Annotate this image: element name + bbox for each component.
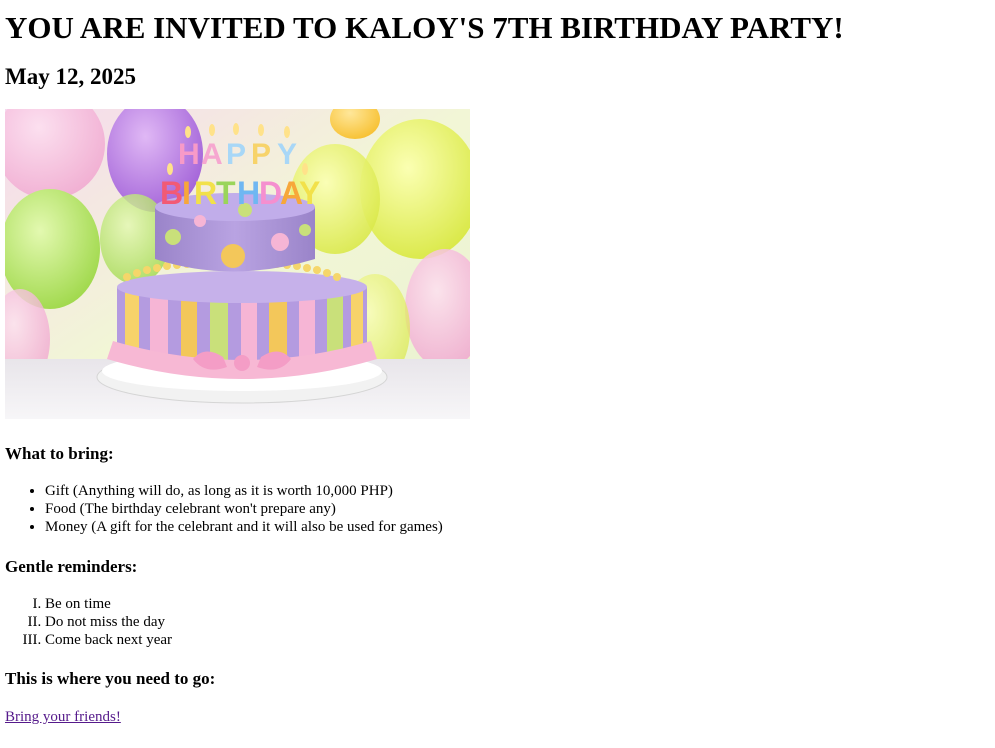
bring-list: Gift (Anything will do, as long as it is… bbox=[5, 482, 990, 536]
reminders-heading: Gentle reminders: bbox=[5, 557, 138, 576]
list-item: Gift (Anything will do, as long as it is… bbox=[45, 482, 990, 500]
svg-text:H: H bbox=[237, 175, 260, 211]
link-paragraph: Bring your friends! bbox=[5, 708, 990, 726]
birthday-cake-image: H A P P Y B I R T H D A Y bbox=[5, 109, 470, 419]
svg-text:B: B bbox=[160, 175, 183, 211]
party-date: May 12, 2025 bbox=[5, 64, 136, 89]
svg-text:P: P bbox=[226, 138, 246, 171]
svg-text:R: R bbox=[194, 175, 217, 211]
list-item: Come back next year bbox=[45, 631, 990, 649]
page-title: YOU ARE INVITED TO KALOY'S 7TH BIRTHDAY … bbox=[5, 10, 844, 45]
page: YOU ARE INVITED TO KALOY'S 7TH BIRTHDAY … bbox=[0, 10, 995, 726]
reminders-list: Be on time Do not miss the day Come back… bbox=[5, 595, 990, 649]
svg-text:A: A bbox=[201, 138, 223, 171]
svg-text:P: P bbox=[251, 138, 271, 171]
svg-text:H: H bbox=[178, 138, 200, 171]
list-item: Food (The birthday celebrant won't prepa… bbox=[45, 500, 990, 518]
bring-friends-link[interactable]: Bring your friends! bbox=[5, 709, 121, 725]
svg-text:Y: Y bbox=[277, 138, 297, 171]
svg-text:T: T bbox=[216, 175, 236, 211]
list-item: Do not miss the day bbox=[45, 613, 990, 631]
list-item: Money (A gift for the celebrant and it w… bbox=[45, 518, 990, 536]
bring-heading: What to bring: bbox=[5, 444, 114, 463]
location-heading: This is where you need to go: bbox=[5, 669, 216, 688]
svg-text:D: D bbox=[259, 175, 282, 211]
svg-text:I: I bbox=[182, 175, 191, 211]
svg-text:Y: Y bbox=[299, 175, 320, 211]
list-item: Be on time bbox=[45, 595, 990, 613]
